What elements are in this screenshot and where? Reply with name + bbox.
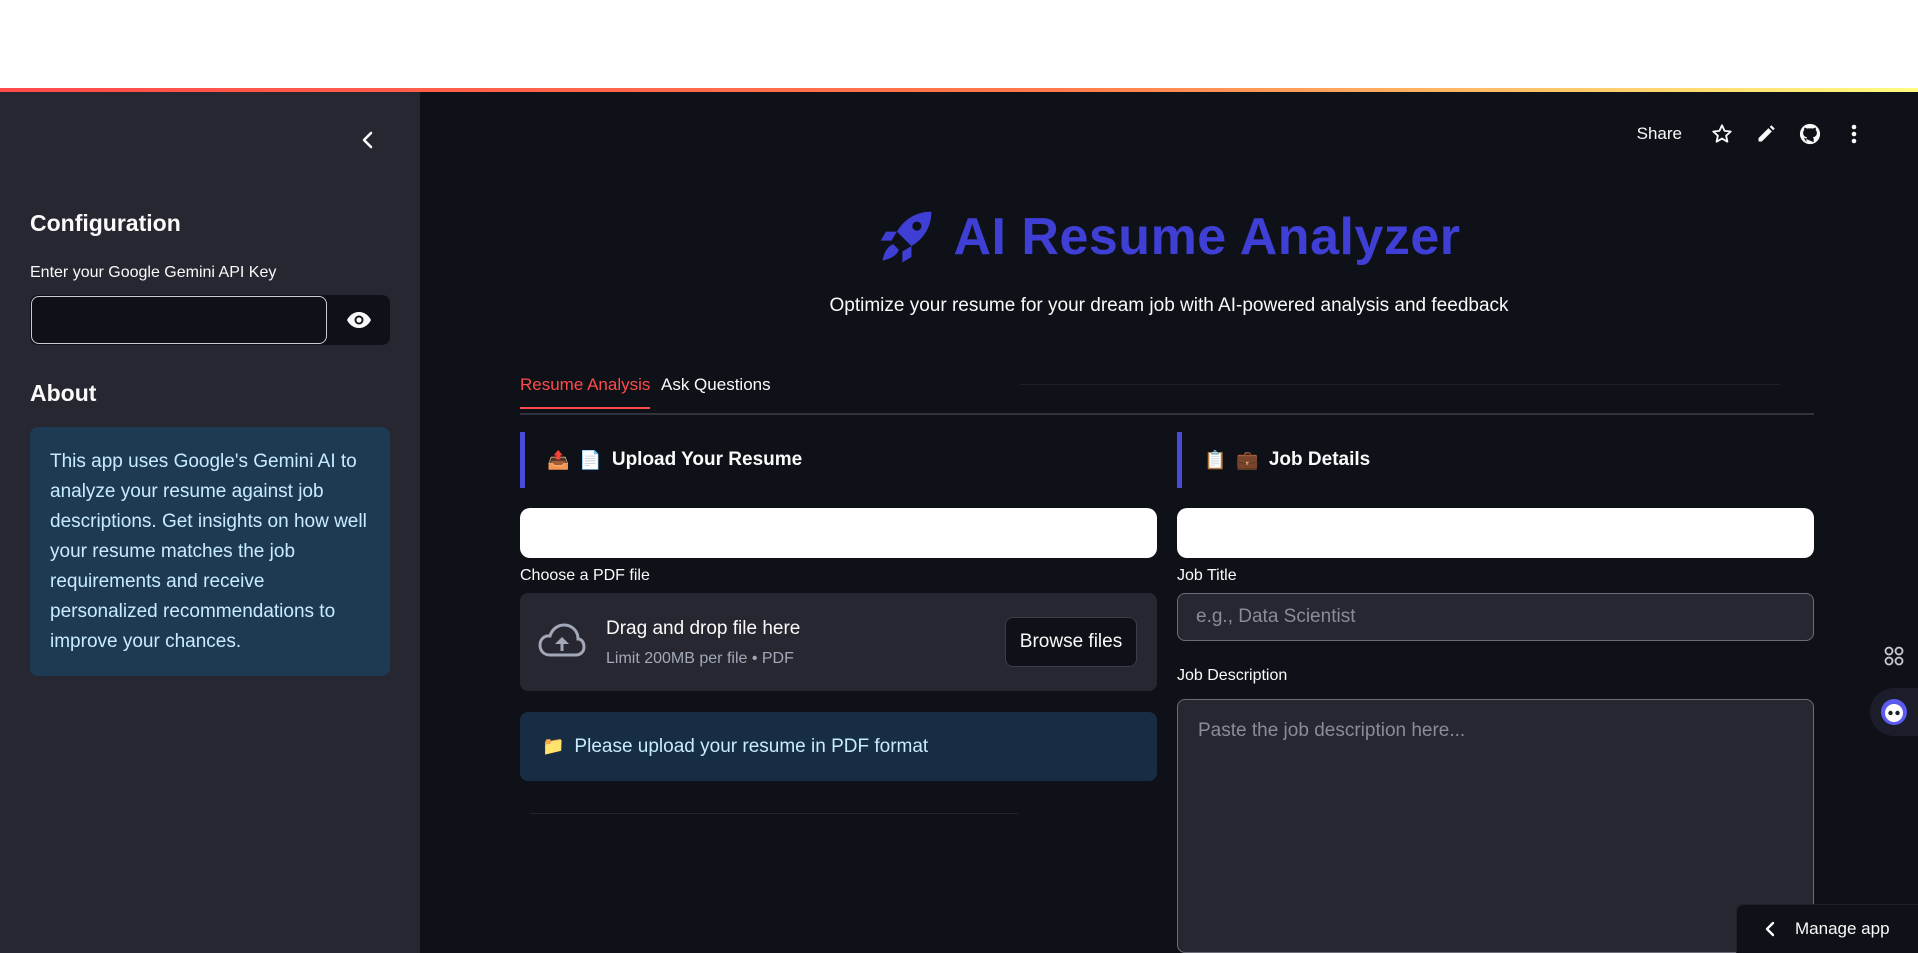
star-icon [1712, 124, 1732, 143]
pdf-file-label: Choose a PDF file [520, 567, 650, 584]
upload-heading-text: Upload Your Resume [611, 449, 803, 470]
briefcase-icon: 💼 [1236, 449, 1259, 470]
api-key-input[interactable] [31, 296, 327, 344]
tab-ask-questions[interactable]: Ask Questions [661, 375, 771, 407]
chevron-left-icon [362, 131, 373, 149]
api-key-field [30, 295, 390, 345]
tab-resume-analysis[interactable]: Resume Analysis [520, 375, 651, 409]
drag-drop-text: Drag and drop file here [606, 618, 801, 639]
main-menu-button[interactable] [1832, 118, 1876, 150]
job-title-label: Job Title [1177, 567, 1237, 584]
file-limit-text: Limit 200MB per file • PDF [606, 650, 794, 667]
about-info-box: This app uses Google's Gemini AI to anal… [30, 427, 390, 676]
rocket-icon [881, 211, 932, 263]
tab-bar: Resume Analysis Ask Questions [520, 375, 1814, 415]
job-description-textarea[interactable] [1177, 699, 1814, 953]
upload-section-heading: 📤 📄 Upload Your Resume [520, 432, 1157, 488]
configuration-heading: Configuration [30, 210, 181, 236]
grid-command-icon [1884, 646, 1904, 666]
sidebar: Configuration Enter your Google Gemini A… [0, 92, 420, 953]
upload-info-text: Please upload your resume in PDF format [574, 735, 929, 757]
page-facing-up-icon: 📄 [579, 449, 602, 470]
tab-divider [1020, 384, 1780, 385]
page-title-row: AI Resume Analyzer [420, 207, 1918, 267]
assistant-bot-button[interactable] [1870, 688, 1918, 736]
extension-grid-button[interactable] [1870, 632, 1918, 680]
job-title-input[interactable] [1177, 593, 1814, 641]
show-password-button[interactable] [328, 295, 390, 345]
upload-white-bar [520, 508, 1157, 558]
edit-button[interactable] [1744, 118, 1788, 150]
browser-top-area [0, 0, 1918, 88]
github-icon [1799, 123, 1821, 145]
main-content: Share AI Resume Analyzer Optimize your r… [420, 92, 1918, 953]
more-vertical-icon [1851, 124, 1857, 144]
collapse-sidebar-button[interactable] [352, 124, 384, 156]
github-button[interactable] [1788, 118, 1832, 150]
outbox-tray-icon: 📤 [547, 449, 570, 470]
job-description-label: Job Description [1177, 667, 1288, 684]
bot-face-icon [1881, 699, 1907, 725]
eye-icon [347, 312, 371, 328]
clipboard-icon: 📋 [1204, 449, 1227, 470]
star-button[interactable] [1700, 118, 1744, 150]
folder-icon: 📁 [542, 736, 565, 756]
upload-info-alert: 📁 Please upload your resume in PDF forma… [520, 712, 1157, 781]
manage-app-button[interactable]: Manage app [1736, 904, 1918, 953]
page-subtitle: Optimize your resume for your dream job … [829, 295, 1509, 316]
app-toolbar: Share [1637, 118, 1876, 150]
browse-files-button[interactable]: Browse files [1005, 617, 1137, 667]
manage-app-label: Manage app [1795, 919, 1890, 938]
api-key-label: Enter your Google Gemini API Key [30, 264, 277, 281]
job-section-heading: 📋 💼 Job Details [1177, 432, 1814, 488]
file-dropzone[interactable]: Drag and drop file here Limit 200MB per … [520, 593, 1157, 691]
job-heading-text: Job Details [1268, 449, 1371, 470]
share-button[interactable]: Share [1637, 124, 1682, 144]
chevron-left-icon [1765, 921, 1775, 937]
job-white-bar [1177, 508, 1814, 558]
pencil-icon [1758, 125, 1775, 142]
upload-divider [530, 813, 1018, 814]
about-heading: About [30, 380, 97, 406]
page-title: AI Resume Analyzer [953, 208, 1461, 266]
cloud-upload-icon [538, 623, 586, 657]
